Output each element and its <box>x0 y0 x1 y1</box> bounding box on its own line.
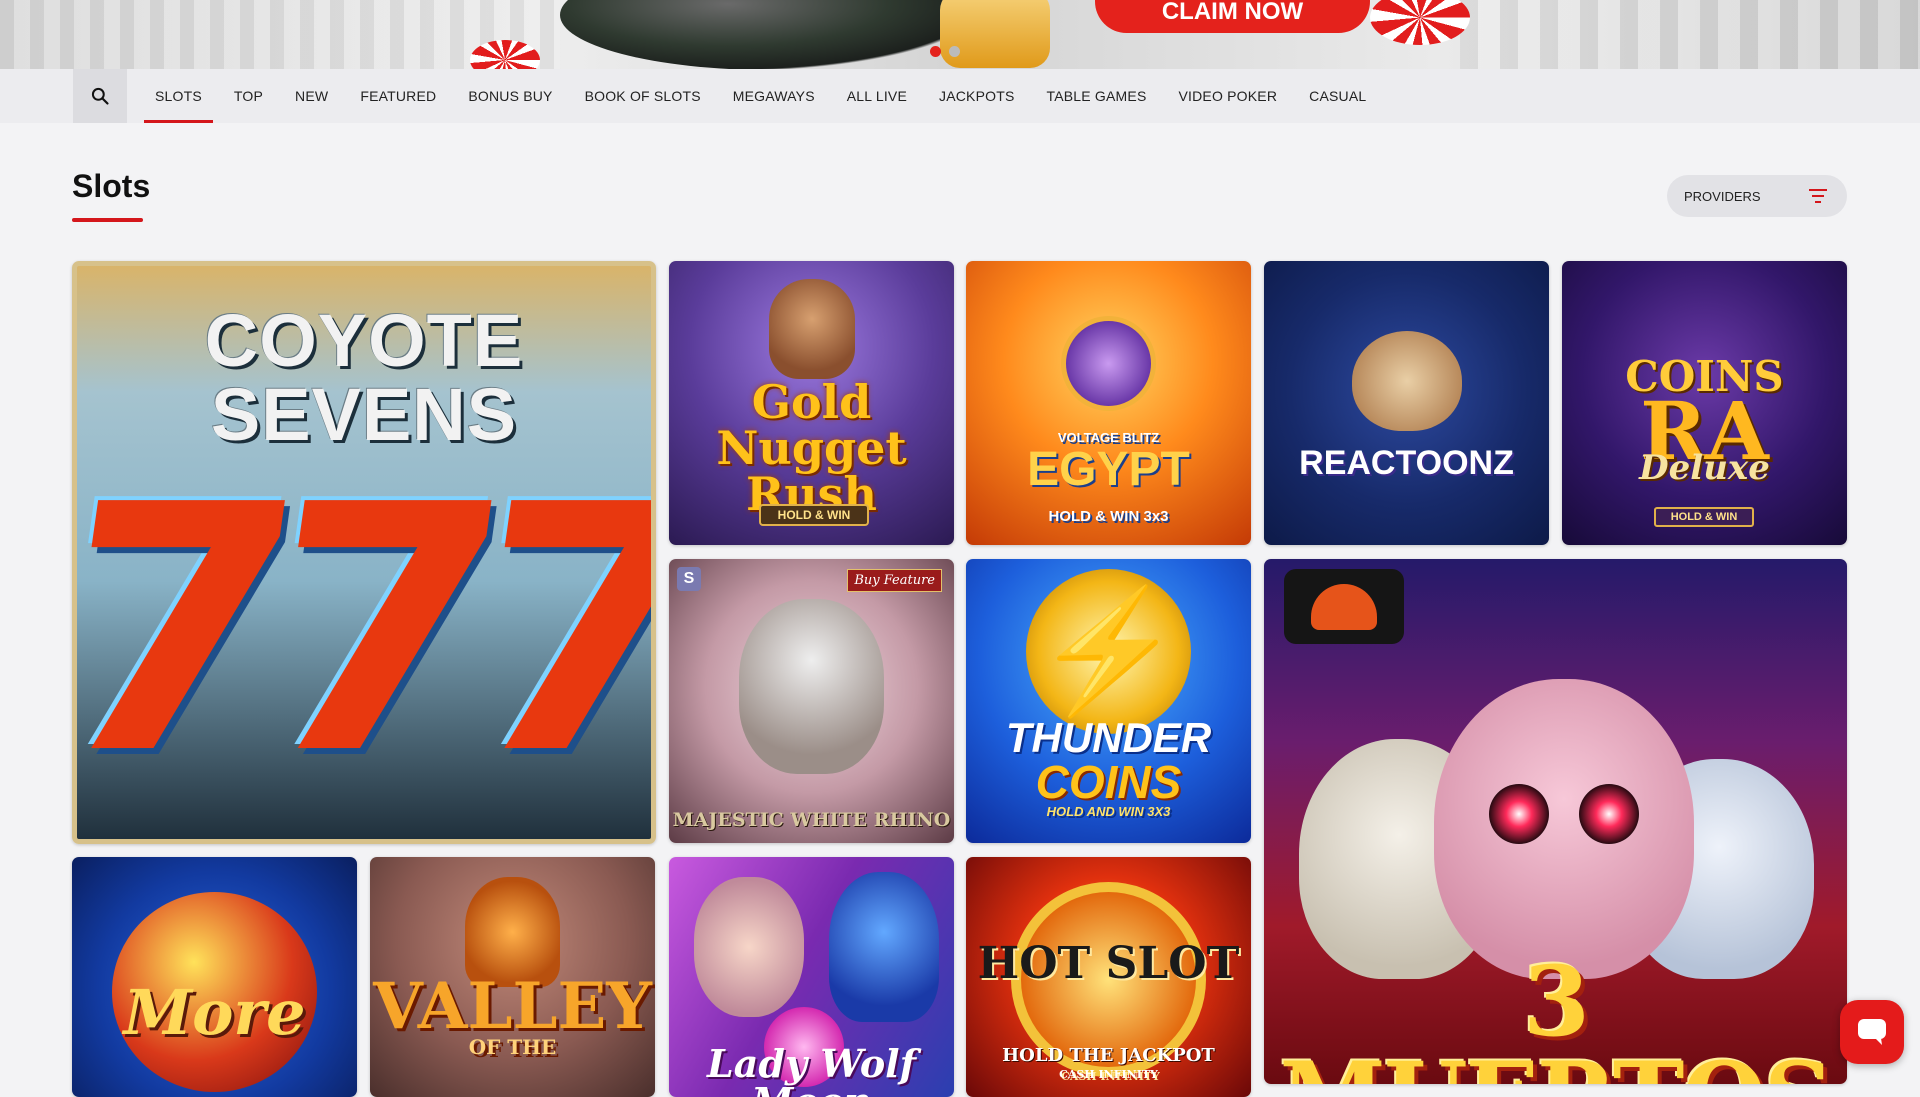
game-art <box>769 279 855 379</box>
game-tile-majestic-white-rhino[interactable]: S Buy Feature MAJESTIC WHITE RHINO <box>669 559 954 843</box>
game-art <box>694 877 804 1017</box>
banner-mascot <box>560 0 980 69</box>
game-art-wolf <box>829 872 939 1022</box>
game-subtitle: HOLD AND WIN 3X3 <box>1046 804 1171 819</box>
page-title: Slots <box>72 168 151 204</box>
beer-mug-image <box>940 0 1050 68</box>
game-title: VALLEY <box>373 969 652 1044</box>
buy-feature-ribbon: Buy Feature <box>847 569 942 592</box>
game-tile-coyote-sevens[interactable]: COYOTE SEVENS 777 <box>72 261 656 844</box>
game-tile-thunder-coins[interactable]: ⚡ THUNDER COINS HOLD AND WIN 3X3 <box>966 559 1251 843</box>
game-art <box>1352 331 1462 431</box>
game-title: EGYPT <box>1027 443 1190 496</box>
game-title: More <box>123 976 306 1049</box>
tab-featured[interactable]: FEATURED <box>349 69 447 123</box>
promo-banner[interactable]: CLAIM NOW <box>0 0 1920 69</box>
providers-label: PROVIDERS <box>1684 188 1761 204</box>
claim-now-button[interactable]: CLAIM NOW <box>1095 0 1370 33</box>
game-subtitle: HOLD THE JACKPOT <box>1002 1045 1215 1066</box>
chat-icon <box>1858 1019 1886 1045</box>
game-title: REACTOONZ <box>1299 444 1514 482</box>
sevens-art: 777 <box>72 433 656 829</box>
tab-video-poker[interactable]: VIDEO POKER <box>1167 69 1288 123</box>
game-subtitle-2: CASH INFINITY <box>1059 1068 1158 1081</box>
tab-jackpots[interactable]: JACKPOTS <box>928 69 1026 123</box>
banner-background-right <box>1460 0 1920 69</box>
game-subtitle: HOLD & WIN 3x3 <box>1048 508 1169 525</box>
game-tile-lady-wolf-moon[interactable]: Lady Wolf Moon <box>669 857 954 1097</box>
tab-book-of-slots[interactable]: BOOK OF SLOTS <box>574 69 712 123</box>
skull-eye <box>1489 784 1549 844</box>
provider-logo: S <box>677 567 701 591</box>
game-tile-voltage-blitz-egypt[interactable]: VOLTAGE BLITZ EGYPT HOLD & WIN 3x3 <box>966 261 1251 545</box>
game-title: Gold Nugget Rush <box>716 375 907 521</box>
tab-bonus-buy[interactable]: BONUS BUY <box>457 69 563 123</box>
game-subtitle: OF THE <box>468 1035 557 1059</box>
game-badge: HOLD & WIN <box>759 504 869 526</box>
category-nav: SLOTS TOP NEW FEATURED BONUS BUY BOOK OF… <box>0 69 1920 123</box>
tab-top[interactable]: TOP <box>223 69 274 123</box>
lightning-icon: ⚡ <box>1033 584 1184 718</box>
game-tile-more-magic-apple[interactable]: More <box>72 857 357 1097</box>
search-icon <box>91 87 109 105</box>
game-title: HOT SLOT <box>977 938 1240 989</box>
filter-icon <box>1809 189 1827 203</box>
tab-casual[interactable]: CASUAL <box>1298 69 1377 123</box>
banner-dot[interactable] <box>930 46 941 57</box>
game-title: 3 MUERTOS <box>1280 945 1834 1085</box>
providers-filter-button[interactable]: PROVIDERS <box>1667 175 1847 217</box>
game-title: Lady Wolf Moon <box>707 1041 916 1097</box>
tab-slots[interactable]: SLOTS <box>144 69 213 123</box>
provider-logo <box>1284 569 1404 644</box>
chat-button[interactable] <box>1840 1000 1904 1064</box>
tab-table-games[interactable]: TABLE GAMES <box>1036 69 1158 123</box>
game-tile-gold-nugget-rush[interactable]: Gold Nugget Rush HOLD & WIN <box>669 261 954 545</box>
game-tile-valley-of-the-gods[interactable]: VALLEY OF THE <box>370 857 655 1097</box>
game-badge: HOLD & WIN <box>1654 507 1754 527</box>
tab-megaways[interactable]: MEGAWAYS <box>722 69 826 123</box>
tab-all-live[interactable]: ALL LIVE <box>836 69 918 123</box>
game-title: MAJESTIC WHITE RHINO <box>672 809 951 831</box>
tab-new[interactable]: NEW <box>284 69 339 123</box>
game-tile-reactoonz[interactable]: REACTOONZ <box>1264 261 1549 545</box>
casino-chip-image <box>1370 0 1470 45</box>
banner-dot[interactable] <box>949 46 960 57</box>
title-underline <box>72 218 143 222</box>
category-tabs: SLOTS TOP NEW FEATURED BONUS BUY BOOK OF… <box>144 69 1387 123</box>
game-title: COYOTE SEVENS <box>204 299 524 456</box>
banner-pagination <box>930 46 960 57</box>
game-tile-3-muertos[interactable]: 3 MUERTOS <box>1264 559 1847 1084</box>
game-art: 777 <box>77 433 651 829</box>
game-art <box>1061 316 1156 411</box>
skull-art <box>1434 679 1694 979</box>
game-title: THUNDER <box>1005 714 1212 761</box>
search-button[interactable] <box>73 69 127 123</box>
game-tile-coins-of-ra-deluxe[interactable]: COINS RA Deluxe HOLD & WIN <box>1562 261 1847 545</box>
game-art <box>739 599 884 774</box>
game-title-deluxe: Deluxe <box>1639 448 1770 488</box>
game-tile-hot-slot[interactable]: HOT SLOT HOLD THE JACKPOT CASH INFINITY <box>966 857 1251 1097</box>
game-title-line2: COINS <box>1035 756 1182 808</box>
skull-eye <box>1579 784 1639 844</box>
